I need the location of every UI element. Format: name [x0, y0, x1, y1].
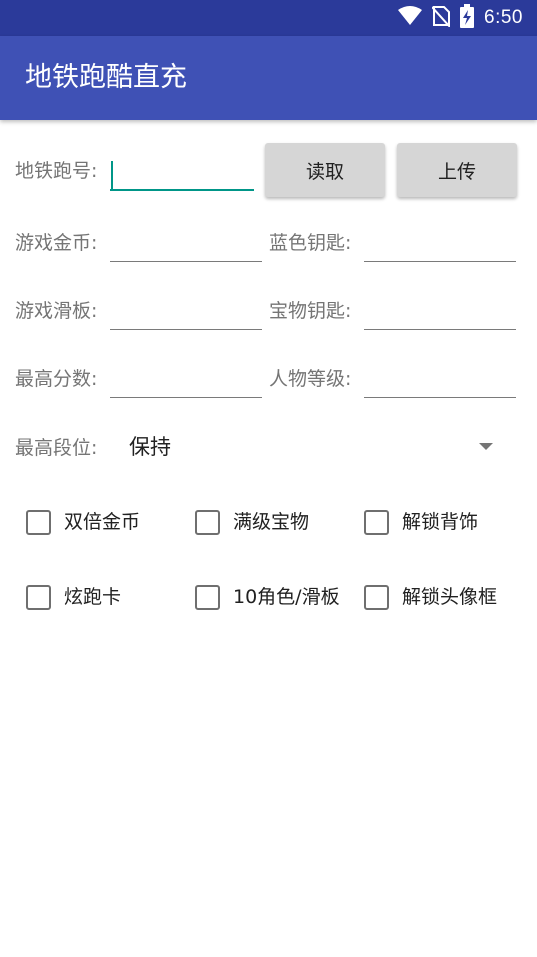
checkbox-box[interactable] [195, 509, 220, 535]
status-icons: 6:50 [398, 0, 523, 36]
checkbox-label: 10角色/滑板 [233, 586, 340, 608]
coins-input[interactable] [110, 228, 262, 262]
upload-button[interactable]: 上传 [397, 143, 517, 197]
rank-spinner-value: 保持 [129, 435, 171, 459]
read-button[interactable]: 读取 [265, 143, 385, 197]
dropdown-arrow-icon[interactable] [479, 443, 493, 450]
checkbox-box[interactable] [195, 584, 220, 610]
wifi-icon [398, 6, 423, 30]
treasure-keys-input[interactable] [364, 296, 516, 330]
account-input[interactable] [110, 157, 254, 191]
checkbox-characters-boards[interactable]: 10角色/滑板 [195, 583, 340, 611]
checkbox-label: 解锁背饰 [402, 511, 479, 533]
checkbox-run-card[interactable]: 炫跑卡 [26, 583, 121, 611]
checkbox-label: 满级宝物 [233, 511, 310, 533]
high-score-input[interactable] [110, 364, 262, 398]
checkbox-box[interactable] [364, 509, 389, 535]
checkbox-box[interactable] [364, 584, 389, 610]
checkbox-double-coins[interactable]: 双倍金币 [26, 508, 140, 536]
treasure-keys-label: 宝物钥匙: [269, 300, 352, 322]
skateboard-input[interactable] [110, 296, 262, 330]
text-cursor [111, 161, 113, 191]
checkbox-unlock-avatar-frame[interactable]: 解锁头像框 [364, 583, 497, 611]
skateboard-label: 游戏滑板: [15, 300, 98, 322]
app-title: 地铁跑酷直充 [25, 62, 187, 93]
rank-spinner[interactable] [120, 424, 510, 470]
blue-keys-label: 蓝色钥匙: [269, 232, 352, 254]
checkbox-label: 炫跑卡 [64, 586, 122, 608]
coins-label: 游戏金币: [15, 232, 98, 254]
battery-charging-icon [460, 4, 475, 32]
no-sim-icon [431, 5, 451, 31]
checkbox-label: 双倍金币 [64, 511, 141, 533]
high-score-label: 最高分数: [15, 368, 98, 390]
checkbox-max-treasure[interactable]: 满级宝物 [195, 508, 309, 536]
character-level-label: 人物等级: [269, 368, 352, 390]
app-bar: 地铁跑酷直充 [0, 36, 537, 120]
checkbox-box[interactable] [26, 584, 51, 610]
rank-label: 最高段位: [15, 437, 98, 459]
account-label: 地铁跑号: [15, 160, 98, 182]
checkbox-box[interactable] [26, 509, 51, 535]
character-level-input[interactable] [364, 364, 516, 398]
status-time: 6:50 [484, 7, 523, 28]
checkbox-label: 解锁头像框 [402, 586, 498, 608]
checkbox-unlock-back-item[interactable]: 解锁背饰 [364, 508, 478, 536]
status-bar: 6:50 [0, 0, 537, 36]
blue-keys-input[interactable] [364, 228, 516, 262]
